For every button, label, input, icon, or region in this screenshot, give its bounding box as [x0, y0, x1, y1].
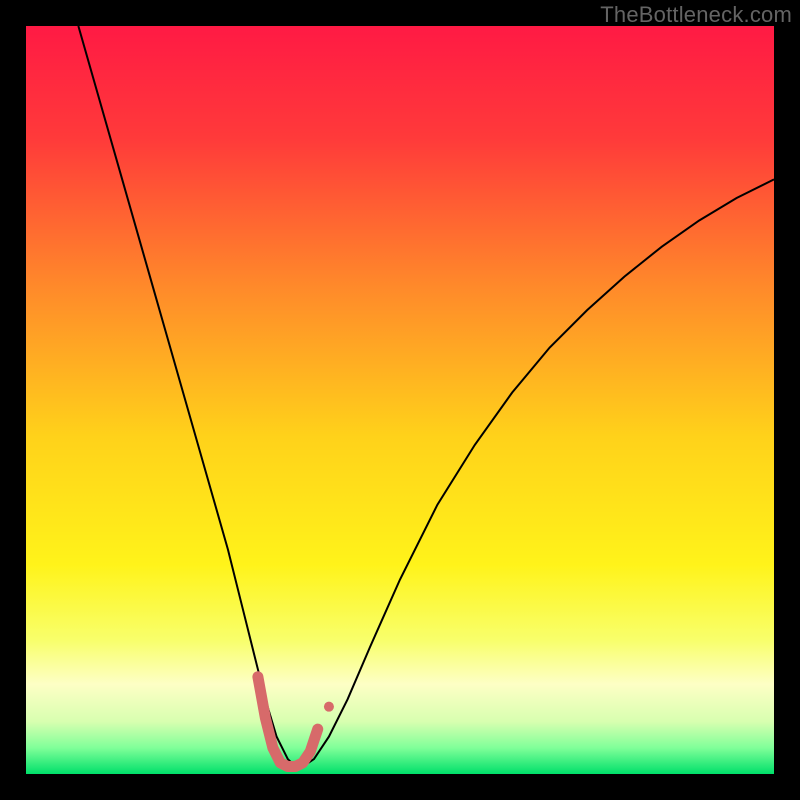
chart-background — [26, 26, 774, 774]
chart-frame: TheBottleneck.com — [0, 0, 800, 800]
plot-area — [26, 26, 774, 774]
points-layer — [324, 702, 334, 712]
watermark-label: TheBottleneck.com — [600, 2, 792, 28]
marker-dot — [324, 702, 334, 712]
chart-svg — [26, 26, 774, 774]
